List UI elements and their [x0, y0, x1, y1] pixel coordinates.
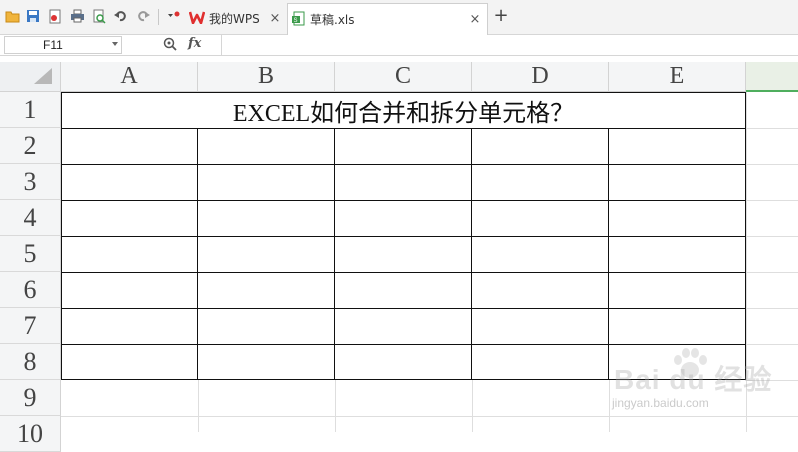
column-header-e[interactable]: E	[609, 62, 746, 92]
tab-label: 我的WPS	[209, 12, 260, 26]
column-header-d[interactable]: D	[472, 62, 609, 92]
zoom-icon[interactable]	[163, 37, 177, 56]
open-folder-icon[interactable]	[4, 8, 20, 24]
tab-draft-xls[interactable]: S 草稿.xls ×	[287, 3, 488, 35]
tab-label: 草稿.xls	[310, 13, 355, 27]
wps-logo-icon	[188, 11, 206, 27]
row-header-6[interactable]: 6	[0, 272, 61, 308]
column-header-b[interactable]: B	[198, 62, 335, 92]
pdf-export-icon[interactable]	[47, 8, 63, 24]
formula-bar: F11 fx	[0, 35, 798, 56]
print-preview-icon[interactable]	[91, 8, 107, 24]
redo-icon[interactable]	[135, 8, 151, 24]
chevron-down-icon[interactable]	[112, 42, 118, 46]
row-header-7[interactable]: 7	[0, 308, 61, 344]
formula-input[interactable]	[223, 36, 798, 54]
new-tab-button[interactable]: +	[492, 7, 510, 25]
close-icon[interactable]: ×	[467, 12, 483, 27]
cell-grid[interactable]	[61, 92, 798, 432]
customize-icon[interactable]	[166, 8, 182, 24]
svg-text:S: S	[294, 18, 298, 24]
row-header-10[interactable]: 10	[0, 416, 61, 452]
merged-cell-a1-e1[interactable]: EXCEL如何合并和拆分单元格？	[61, 92, 746, 128]
column-header-c[interactable]: C	[335, 62, 472, 92]
spreadsheet-icon: S	[292, 11, 306, 29]
column-header-f[interactable]	[746, 62, 798, 92]
formula-separator	[221, 35, 222, 55]
row-header-5[interactable]: 5	[0, 236, 61, 272]
name-box[interactable]: F11	[4, 36, 122, 54]
toolbar-separator	[158, 9, 159, 25]
row-header-3[interactable]: 3	[0, 164, 61, 200]
row-header-1[interactable]: 1	[0, 92, 61, 128]
row-header-8[interactable]: 8	[0, 344, 61, 380]
print-icon[interactable]	[69, 8, 85, 24]
row-header-9[interactable]: 9	[0, 380, 61, 416]
save-icon[interactable]	[25, 8, 41, 24]
row-header-2[interactable]: 2	[0, 128, 61, 164]
row-header-4[interactable]: 4	[0, 200, 61, 236]
title-bar: 我的WPS × S 草稿.xls × +	[0, 0, 798, 35]
insert-function-button[interactable]: fx	[188, 36, 201, 51]
select-all-triangle-icon	[34, 68, 52, 84]
undo-icon[interactable]	[113, 8, 129, 24]
column-header-a[interactable]: A	[61, 62, 198, 92]
close-icon[interactable]: ×	[267, 11, 283, 26]
tab-my-wps[interactable]: 我的WPS ×	[185, 3, 287, 34]
